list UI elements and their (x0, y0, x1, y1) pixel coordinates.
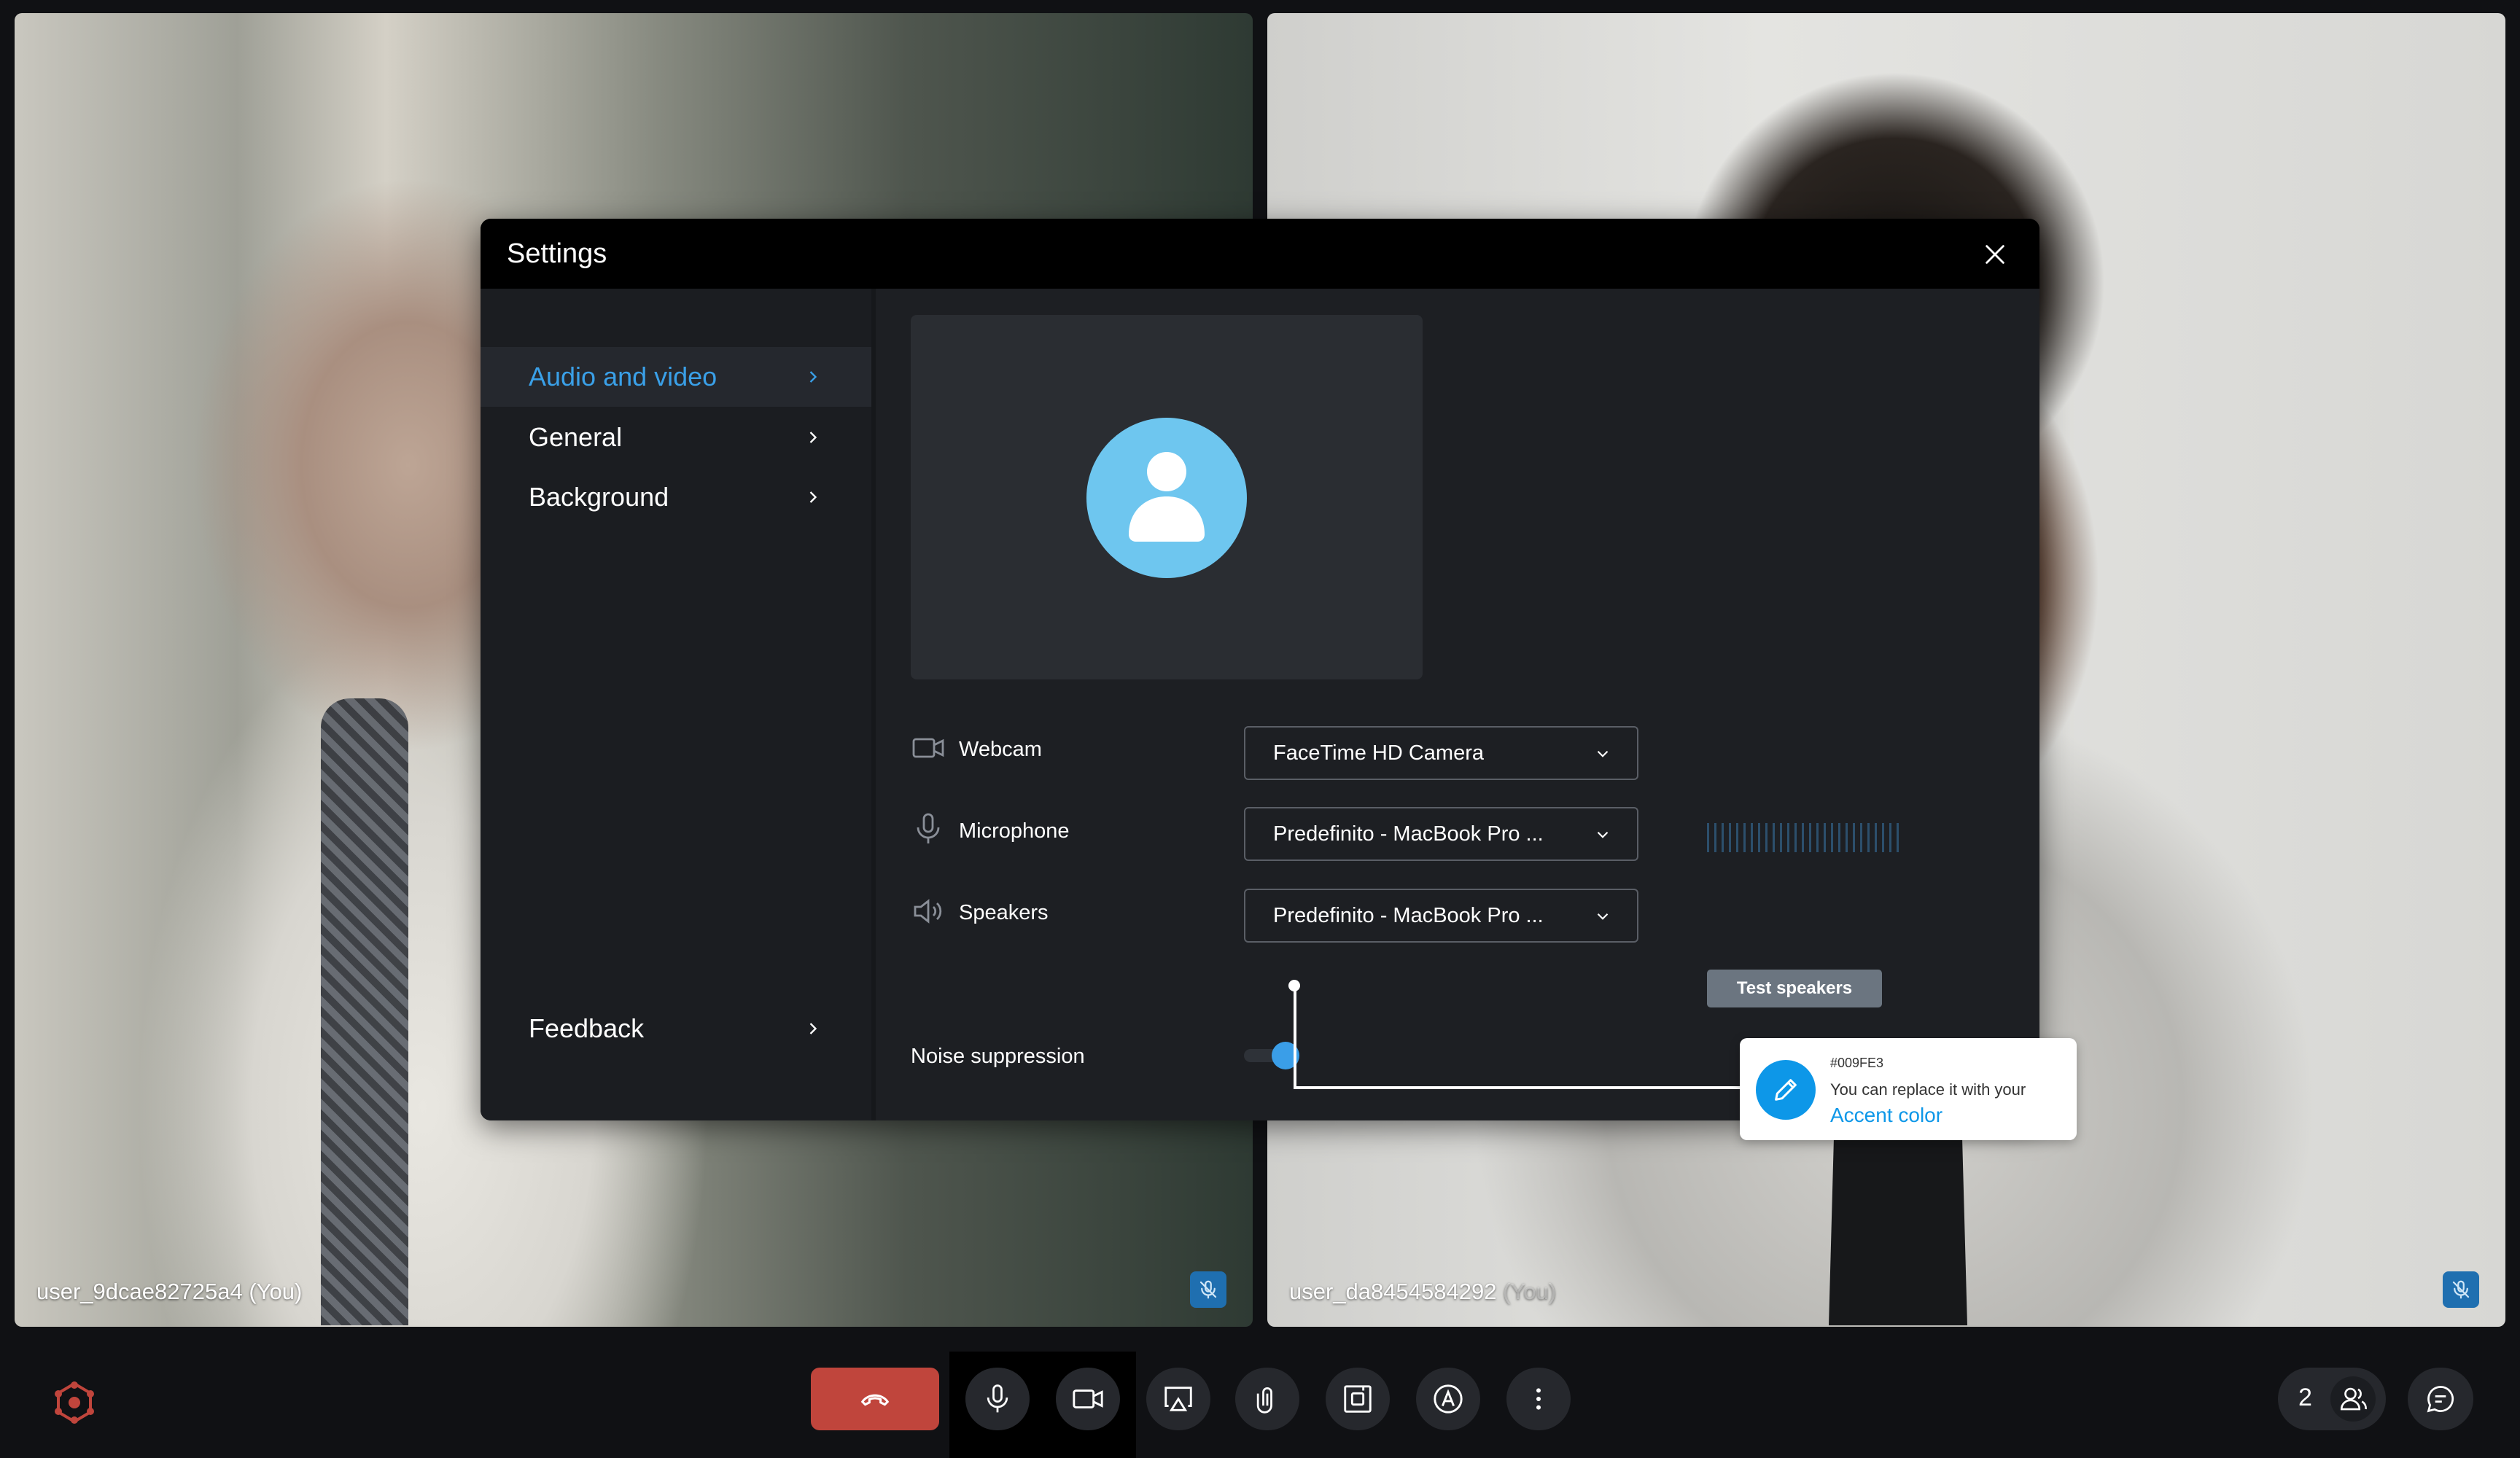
nav-item-background[interactable]: Background (481, 467, 871, 527)
chevron-right-icon (809, 432, 817, 443)
hang-up-icon (860, 1394, 890, 1406)
chat-button[interactable] (2408, 1368, 2473, 1430)
microphone-level-meter (1707, 822, 1911, 854)
webcam-icon (912, 738, 944, 758)
close-icon (1986, 245, 2004, 264)
app-logo-icon (51, 1379, 98, 1426)
end-call-button[interactable] (811, 1368, 939, 1430)
dialog-header: Settings (481, 219, 2039, 289)
tile-you-label: (You) (249, 1279, 303, 1304)
chevron-right-icon (809, 1023, 817, 1034)
annotate-button[interactable] (1416, 1368, 1480, 1430)
video-camera-icon (1073, 1389, 1103, 1408)
nav-item-label: Feedback (529, 1013, 645, 1043)
camera-button[interactable] (1056, 1368, 1120, 1430)
chevron-down-icon (1597, 913, 1609, 920)
mic-muted-icon (1190, 1271, 1226, 1308)
speakers-label: Speakers (959, 901, 1049, 924)
annotation-anchor (1288, 980, 1300, 991)
tile-username: user_da8454584292 (You) (1289, 1279, 1556, 1305)
call-toolbar: 2 (0, 1341, 2520, 1458)
dialog-title: Settings (507, 238, 607, 269)
webcam-preview (911, 315, 1423, 679)
screenshot-button[interactable] (1326, 1368, 1390, 1430)
speakers-select[interactable]: Predefinito - MacBook Pro ... (1244, 889, 1638, 943)
tile-you-label: (You) (1503, 1279, 1557, 1304)
chat-icon (2427, 1386, 2454, 1413)
noise-suppression-label: Noise suppression (911, 1045, 1085, 1068)
microphone-icon (917, 813, 940, 843)
microphone-button[interactable] (965, 1368, 1030, 1430)
close-button[interactable] (1978, 238, 2012, 271)
chevron-down-icon (1597, 750, 1609, 757)
paperclip-icon (1256, 1387, 1272, 1414)
participants-icon (2330, 1376, 2376, 1422)
callout-text: You can replace it with your (1830, 1080, 2026, 1099)
speaker-icon (914, 899, 942, 924)
nav-item-general[interactable]: General (481, 408, 871, 467)
more-options-button[interactable] (1506, 1368, 1571, 1430)
avatar (1086, 418, 1247, 578)
mic-muted-icon (2443, 1271, 2479, 1308)
speakers-select-value: Predefinito - MacBook Pro ... (1273, 903, 1544, 927)
microphone-select[interactable]: Predefinito - MacBook Pro ... (1244, 807, 1638, 861)
chevron-right-icon (809, 371, 817, 383)
accent-color-callout: #009FE3 You can replace it with your Acc… (1740, 1038, 2077, 1140)
noise-suppression-toggle[interactable] (1244, 1042, 1299, 1071)
annotation-connector (1294, 986, 1743, 1089)
screen-share-icon (1164, 1387, 1192, 1411)
settings-nav: Audio and video General Background Feedb… (481, 289, 876, 1120)
tile-username-text: user_9dcae82725a4 (36, 1279, 243, 1304)
record-icon (1344, 1385, 1372, 1413)
callout-hex: #009FE3 (1830, 1056, 1884, 1070)
annotate-icon (1434, 1384, 1463, 1414)
pencil-icon (1756, 1060, 1816, 1120)
nav-item-label: General (529, 422, 623, 452)
screen-share-button[interactable] (1146, 1368, 1210, 1430)
attach-button[interactable] (1235, 1368, 1299, 1430)
nav-item-audio-video[interactable]: Audio and video (481, 347, 871, 407)
participants-count: 2 (2298, 1384, 2312, 1411)
chevron-right-icon (809, 491, 817, 503)
user-icon (1129, 452, 1205, 542)
nav-item-label: Background (529, 482, 669, 512)
microphone-icon (987, 1384, 1008, 1413)
chevron-down-icon (1597, 831, 1609, 838)
nav-item-label: Audio and video (529, 362, 718, 391)
webcam-select[interactable]: FaceTime HD Camera (1244, 726, 1638, 780)
tile-username: user_9dcae82725a4 (You) (36, 1279, 302, 1305)
more-vertical-icon (1536, 1388, 1541, 1410)
tile-username-text: user_da8454584292 (1289, 1279, 1497, 1304)
nav-item-feedback[interactable]: Feedback (481, 999, 871, 1059)
webcam-select-value: FaceTime HD Camera (1273, 741, 1484, 765)
microphone-label: Microphone (959, 819, 1070, 843)
microphone-select-value: Predefinito - MacBook Pro ... (1273, 822, 1544, 846)
accent-color-link[interactable]: Accent color (1830, 1104, 1942, 1127)
participants-button[interactable]: 2 (2278, 1368, 2386, 1430)
webcam-label: Webcam (959, 738, 1042, 761)
settings-dialog: Settings Audio and video General Backgro… (481, 219, 2039, 1120)
